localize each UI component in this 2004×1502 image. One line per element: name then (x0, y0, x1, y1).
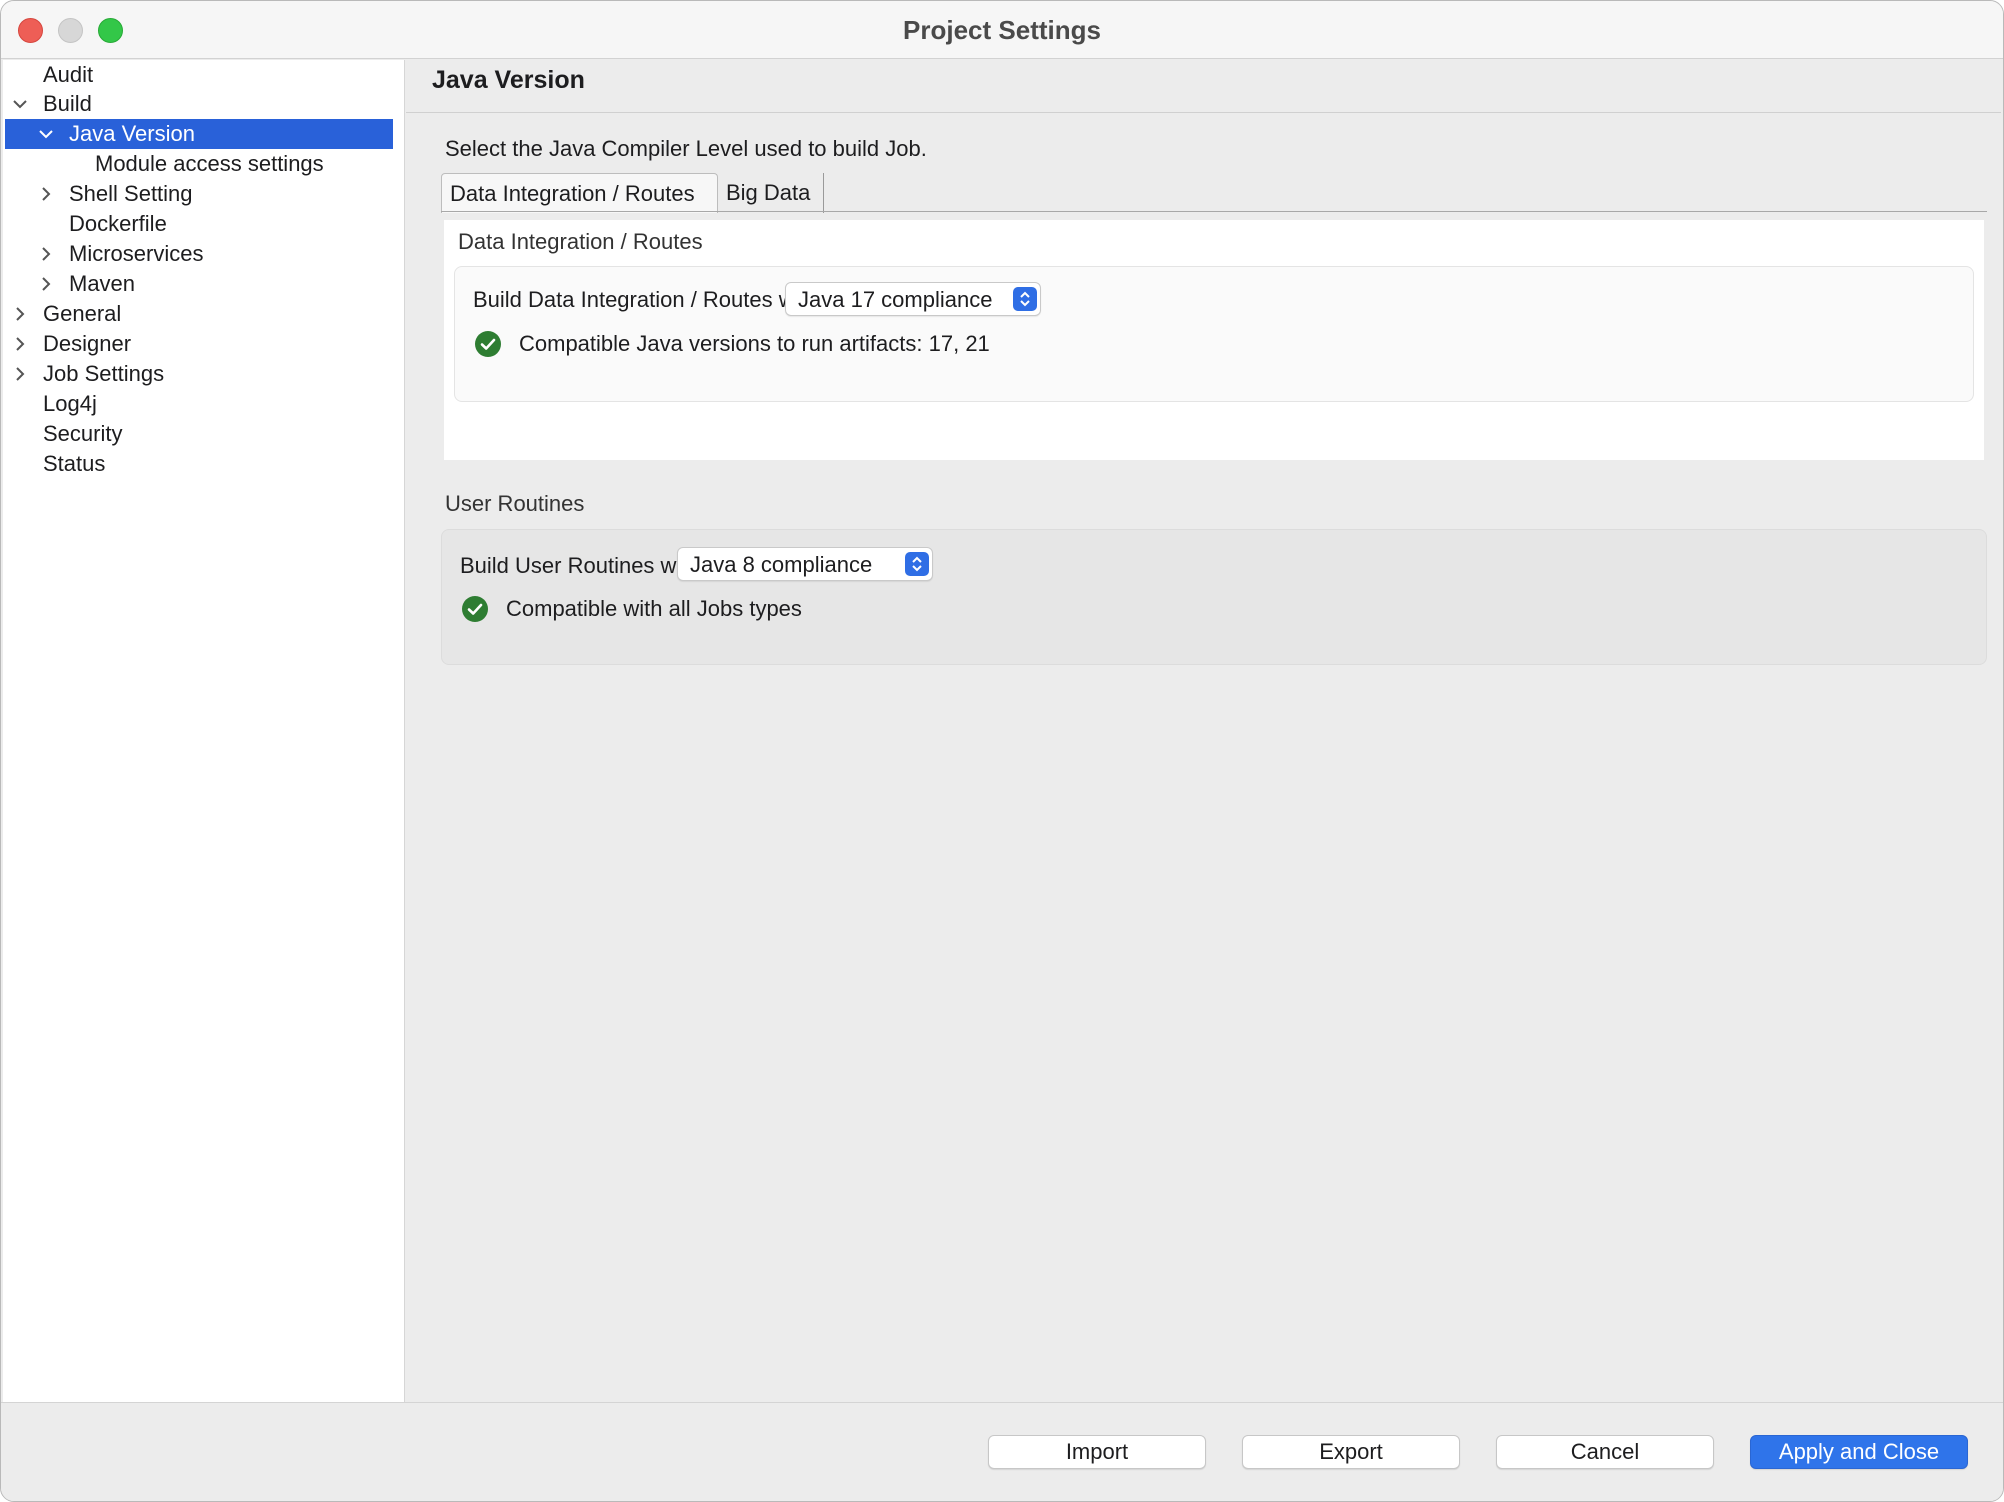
tree-item-label: Module access settings (95, 151, 324, 176)
chevron-right-icon[interactable] (35, 179, 57, 209)
chevron-down-icon[interactable] (9, 89, 31, 119)
select-value: Java 8 compliance (690, 552, 873, 577)
tree-item-audit[interactable]: Audit (43, 60, 93, 90)
tree-item-status[interactable]: Status (43, 449, 105, 479)
tree-item-label: General (43, 301, 122, 326)
chevron-updown-icon (905, 552, 929, 576)
chevron-right-icon[interactable] (35, 269, 57, 299)
window-title: Project Settings (903, 15, 1101, 45)
tree-item-label: Log4j (43, 391, 97, 416)
tree-item-maven[interactable]: Maven (35, 269, 385, 299)
tree-item-build[interactable]: Build (9, 89, 389, 119)
tree-item-label: Security (43, 421, 123, 446)
import-button[interactable]: Import (988, 1435, 1206, 1469)
tree-item-label: Dockerfile (69, 211, 167, 236)
di-status-row: Compatible Java versions to run artifact… (475, 331, 990, 357)
tree-item-label: Shell Setting (69, 181, 193, 206)
ur-java-version-select[interactable]: Java 8 compliance (677, 547, 933, 581)
page-title: Java Version (432, 66, 585, 94)
settings-page: Java Version Select the Java Compiler Le… (406, 60, 2001, 1402)
user-routines-group: Build User Routines with Java 8 complian… (441, 529, 1987, 665)
tree-item-microservices[interactable]: Microservices (35, 239, 385, 269)
tab-big-data[interactable]: Big Data (718, 173, 824, 213)
check-circle-icon (475, 331, 501, 357)
tree-item-label: Build (43, 91, 92, 116)
tree-item-java-version[interactable]: Java Version (5, 119, 393, 149)
chevron-updown-icon (1013, 287, 1037, 311)
tree-item-label: Maven (69, 271, 136, 296)
check-circle-icon (462, 596, 488, 622)
tab-data-integration-routes[interactable]: Data Integration / Routes (441, 173, 718, 213)
data-integration-panel: Data Integration / Routes Build Data Int… (444, 220, 1984, 460)
select-value: Java 17 compliance (798, 287, 993, 312)
tree-item-security[interactable]: Security (43, 419, 122, 449)
chevron-right-icon[interactable] (9, 359, 31, 389)
tree-item-job-settings[interactable]: Job Settings (9, 359, 389, 389)
ur-status-text: Compatible with all Jobs types (506, 596, 802, 621)
di-status-text: Compatible Java versions to run artifact… (519, 331, 990, 356)
tree-item-label: Status (43, 451, 106, 476)
tree-item-shell-setting[interactable]: Shell Setting (35, 179, 385, 209)
dialog-footer: Import Export Cancel Apply and Close (1, 1402, 2003, 1501)
ur-build-label: Build User Routines with (460, 553, 700, 578)
tree-item-log4j[interactable]: Log4j (43, 389, 97, 419)
tree-item-label: Designer (43, 331, 132, 356)
apply-and-close-button[interactable]: Apply and Close (1750, 1435, 1968, 1469)
tree-item-label: Audit (43, 62, 94, 87)
tree-item-dockerfile[interactable]: Dockerfile (69, 209, 167, 239)
di-java-version-select[interactable]: Java 17 compliance (785, 282, 1041, 316)
di-compiler-group: Build Data Integration / Routes with: Ja… (454, 266, 1974, 402)
cancel-button[interactable]: Cancel (1496, 1435, 1714, 1469)
chevron-down-icon[interactable] (35, 119, 57, 149)
tree-item-module-access-settings[interactable]: Module access settings (95, 149, 324, 179)
tree-item-label: Job Settings (43, 361, 165, 386)
tab-divider (441, 211, 1987, 212)
chevron-right-icon[interactable] (9, 299, 31, 329)
ur-status-row: Compatible with all Jobs types (462, 596, 802, 622)
di-build-label: Build Data Integration / Routes with: (473, 287, 824, 312)
tree-item-label: Java Version (69, 121, 195, 146)
settings-tree: Audit Build Java Version Module access s… (3, 60, 405, 1402)
project-settings-window: Project Settings Audit Build Java Versio… (0, 0, 2004, 1502)
tree-item-general[interactable]: General (9, 299, 389, 329)
panel-heading: Data Integration / Routes (458, 229, 703, 254)
page-description: Select the Java Compiler Level used to b… (445, 136, 927, 161)
user-routines-heading: User Routines (445, 491, 585, 516)
chevron-right-icon[interactable] (9, 329, 31, 359)
title-bar: Project Settings (1, 1, 2003, 59)
chevron-right-icon[interactable] (35, 239, 57, 269)
export-button[interactable]: Export (1242, 1435, 1460, 1469)
tree-item-designer[interactable]: Designer (9, 329, 389, 359)
page-header: Java Version (406, 60, 2001, 113)
tree-item-label: Microservices (69, 241, 204, 266)
